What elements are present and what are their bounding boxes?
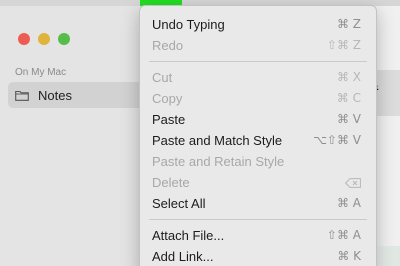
menu-item-paste-and-retain-style[interactable]: Paste and Retain Style xyxy=(140,151,376,171)
menu-separator xyxy=(149,61,367,62)
minimize-window-button[interactable] xyxy=(38,33,50,45)
menu-item-shortcut: ⇧⌘ Z xyxy=(326,38,361,52)
menu-separator xyxy=(149,219,367,220)
menu-item-attach-file[interactable]: Attach File... ⇧⌘ A xyxy=(140,225,376,245)
sidebar: On My Mac Notes xyxy=(0,6,150,266)
menu-item-redo[interactable]: Redo ⇧⌘ Z xyxy=(140,35,376,55)
menu-item-select-all[interactable]: Select All ⌘ A xyxy=(140,193,376,213)
menu-item-label: Select All xyxy=(152,196,206,211)
folder-icon xyxy=(15,90,29,101)
menu-item-label: Paste xyxy=(152,112,186,127)
menu-item-label: Undo Typing xyxy=(152,17,225,32)
menu-item-delete[interactable]: Delete xyxy=(140,172,376,192)
edit-menu: Undo Typing ⌘ Z Redo ⇧⌘ Z Cut ⌘ X Copy ⌘… xyxy=(139,5,377,266)
menu-item-label: Delete xyxy=(152,175,190,190)
menu-item-label: Add Link... xyxy=(152,249,214,264)
menu-item-shortcut: ⇧⌘ A xyxy=(326,228,361,242)
menu-item-shortcut: ⌘ A xyxy=(336,196,361,210)
menu-item-shortcut: ⌘ X xyxy=(336,70,361,84)
menu-item-shortcut: ⌘ C xyxy=(336,91,361,105)
sidebar-item-notes[interactable]: Notes xyxy=(8,82,148,108)
menu-item-add-link[interactable]: Add Link... ⌘ K xyxy=(140,246,376,266)
sidebar-section-label: On My Mac xyxy=(15,67,67,78)
menu-item-label: Paste and Match Style xyxy=(152,133,283,148)
menu-item-shortcut: ⌘ K xyxy=(337,249,361,263)
menu-item-shortcut xyxy=(345,175,361,189)
menu-item-paste[interactable]: Paste ⌘ V xyxy=(140,109,376,129)
menu-item-shortcut: ⌥⇧⌘ V xyxy=(313,133,361,147)
menu-item-shortcut: ⌘ V xyxy=(336,112,361,126)
menu-item-copy[interactable]: Copy ⌘ C xyxy=(140,88,376,108)
menu-item-label: Attach File... xyxy=(152,228,225,243)
delete-key-icon xyxy=(345,177,361,188)
menu-item-undo-typing[interactable]: Undo Typing ⌘ Z xyxy=(140,14,376,34)
menu-item-paste-and-match-style[interactable]: Paste and Match Style ⌥⇧⌘ V xyxy=(140,130,376,150)
menu-item-label: Copy xyxy=(152,91,183,106)
notes-app-window: On My Mac Notes y & text Undo Typing ⌘ Z… xyxy=(0,0,400,266)
menu-item-label: Redo xyxy=(152,38,184,53)
zoom-window-button[interactable] xyxy=(58,33,70,45)
close-window-button[interactable] xyxy=(18,33,30,45)
menu-item-shortcut: ⌘ Z xyxy=(336,17,361,31)
menu-item-label: Cut xyxy=(152,70,173,85)
menu-item-label: Paste and Retain Style xyxy=(152,154,285,169)
sidebar-item-label: Notes xyxy=(38,88,72,103)
menu-item-cut[interactable]: Cut ⌘ X xyxy=(140,67,376,87)
